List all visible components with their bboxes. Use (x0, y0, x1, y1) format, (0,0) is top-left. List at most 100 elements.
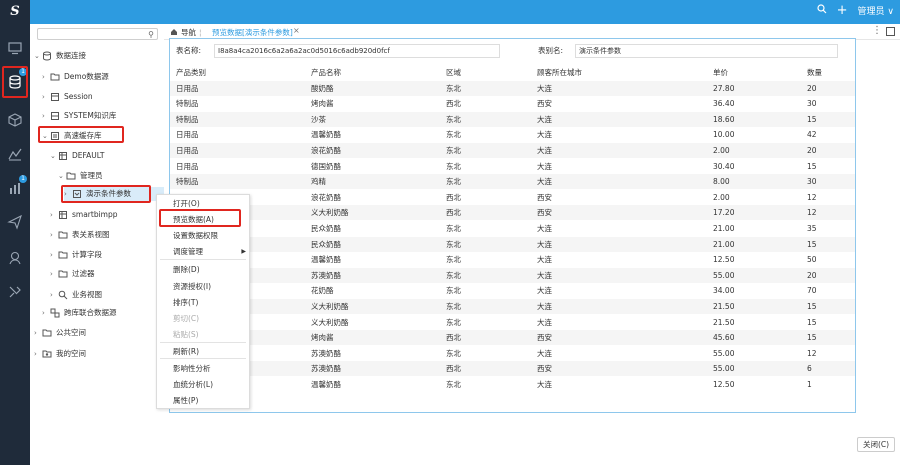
context-menu-item-label: 打开(O) (173, 199, 200, 208)
tree-node-my-space[interactable]: › 我的空间 (34, 347, 86, 361)
table-cell: 东北 (446, 255, 461, 265)
table-cell: 东北 (446, 130, 461, 140)
tree-node-label: DEFAULT (72, 151, 105, 160)
tree-node-label: smartbimpp (72, 210, 118, 219)
chevron-down-icon[interactable]: ⌄ (34, 49, 42, 63)
chevron-down-icon[interactable]: ⌄ (58, 169, 66, 183)
cube-icon[interactable] (7, 112, 23, 128)
session-icon (50, 92, 60, 102)
tab-divider: ¦ (199, 28, 202, 37)
table-cell: 温馨奶酪 (311, 255, 341, 265)
context-menu-item[interactable]: 删除(D) (157, 262, 249, 277)
context-menu-item[interactable]: 资源授权(I) (157, 279, 249, 294)
chevron-right-icon[interactable]: › (50, 208, 58, 222)
chevron-right-icon[interactable]: › (50, 248, 58, 262)
chevron-right-icon[interactable]: › (50, 228, 58, 242)
mining-icon[interactable] (7, 250, 23, 266)
context-menu-item[interactable]: 排序(T) (157, 295, 249, 310)
tree-node-filters[interactable]: › 过滤器 (50, 267, 95, 281)
context-menu-item[interactable]: 影响性分析 (157, 361, 249, 376)
table-cell: 东北 (446, 302, 461, 311)
tab-close-icon[interactable]: × (293, 26, 300, 35)
context-menu-item-label: 粘贴(S) (173, 330, 199, 339)
table-cell: 民众奶酪 (311, 239, 341, 249)
column-header[interactable]: 产品类别 (176, 65, 206, 80)
tree-node-relation-view[interactable]: › 表关系视图 (50, 228, 110, 242)
folder-icon (42, 328, 52, 338)
context-menu-item[interactable]: 设置数据权限 (157, 228, 249, 243)
tree-node-calc-fields[interactable]: › 计算字段 (50, 248, 102, 262)
table-cell: 35 (807, 224, 817, 233)
table-cell: 东北 (446, 239, 461, 249)
chevron-right-icon[interactable]: › (42, 109, 50, 123)
tree-node-label: 过滤器 (72, 269, 95, 278)
chevron-right-icon[interactable]: › (50, 288, 58, 302)
chevron-right-icon[interactable]: › (50, 267, 58, 281)
context-menu-item[interactable]: 属性(P) (157, 393, 249, 408)
table-name-field[interactable]: I8a8a4ca2016c6a2a6a2ac0d5016c6adb920d0fc… (214, 44, 500, 58)
chevron-right-icon[interactable]: › (42, 90, 50, 104)
tree-node-smartbimpp[interactable]: › smartbimpp (50, 208, 118, 222)
alias-label: 表别名: (538, 46, 564, 55)
table-cell: 2.00 (713, 192, 730, 202)
search-icon[interactable] (817, 4, 827, 17)
chevron-right-icon[interactable]: › (42, 70, 50, 84)
tree-node-business-view[interactable]: › 业务视图 (50, 288, 102, 302)
tree-node-demo[interactable]: › Demo数据源 (42, 70, 109, 84)
tree-node-admin[interactable]: ⌄ 管理员 (58, 169, 103, 183)
table-row: 日用品温馨奶酪东北大连12.5050 (170, 252, 855, 267)
context-menu-item[interactable]: 调度管理 ▶ (157, 244, 249, 259)
context-menu-item: 粘贴(S) (157, 327, 249, 342)
table-cell: 苏澳奶酪 (311, 270, 341, 280)
tree-node-label: Demo数据源 (64, 72, 109, 81)
tree-node-cross-db[interactable]: › 跨库联合数据源 (42, 306, 117, 320)
tree-node-default[interactable]: ⌄ DEFAULT (50, 149, 105, 163)
maximize-icon[interactable] (886, 27, 895, 36)
table-cell: 西安 (537, 364, 552, 374)
column-header[interactable]: 顾客所在城市 (537, 65, 582, 80)
table-cell: 大连 (537, 302, 552, 311)
tree-node-data-connection[interactable]: ⌄ 数据连接 (34, 49, 86, 63)
tab-home[interactable]: 导航 ¦ (170, 27, 202, 38)
table-cell: 50 (807, 255, 817, 265)
context-menu-item[interactable]: 刷新(R) (157, 344, 249, 359)
folder-icon (58, 250, 68, 260)
table-cell: 55.00 (713, 270, 735, 280)
tree-node-system[interactable]: › SYSTEM知识库 (42, 109, 116, 123)
user-menu[interactable]: 管理员 ∨ (858, 4, 894, 17)
send-icon[interactable] (7, 214, 23, 230)
column-header[interactable]: 单价 (713, 65, 728, 80)
tree-node-public[interactable]: › 公共空间 (34, 326, 86, 340)
table-cell: 12.50 (713, 380, 735, 389)
analysis-icon[interactable] (7, 146, 23, 162)
table-cell: 15 (807, 161, 817, 171)
add-icon[interactable]: + (837, 4, 848, 17)
tools-icon[interactable] (7, 284, 23, 300)
column-header[interactable]: 数量 (807, 65, 822, 80)
app-logo: S (0, 0, 30, 24)
tab-preview[interactable]: 预览数据[演示条件参数] (212, 27, 293, 38)
menu-divider (160, 259, 246, 260)
chevron-down-icon[interactable]: ⌄ (50, 149, 58, 163)
column-header[interactable]: 产品名称 (311, 65, 341, 80)
tree-node-session[interactable]: › Session (42, 90, 93, 104)
more-vertical-icon[interactable]: ⋮ (872, 25, 882, 36)
table-cell: 东北 (446, 380, 461, 389)
column-header[interactable]: 区域 (446, 65, 461, 80)
submenu-arrow-icon: ▶ (241, 248, 246, 255)
monitor-icon[interactable] (7, 40, 23, 56)
chevron-right-icon[interactable]: › (42, 306, 50, 320)
table-cell: 21.00 (713, 224, 735, 233)
search-icon[interactable]: ⚲ (148, 30, 154, 39)
table-cell: 大连 (537, 177, 552, 187)
chevron-right-icon[interactable]: › (34, 347, 42, 361)
data-connection-icon (42, 51, 52, 61)
context-menu-item[interactable]: 血统分析(L) (157, 377, 249, 392)
table-cell: 义大利奶酪 (311, 317, 349, 327)
table-cell: 15 (807, 239, 817, 249)
close-button[interactable]: 关闭(C) (857, 437, 895, 452)
tree-search-input[interactable]: ⚲ (37, 28, 158, 40)
table-cell: 12 (807, 208, 817, 218)
alias-field[interactable]: 演示条件参数 (575, 44, 838, 58)
chevron-right-icon[interactable]: › (34, 326, 42, 340)
